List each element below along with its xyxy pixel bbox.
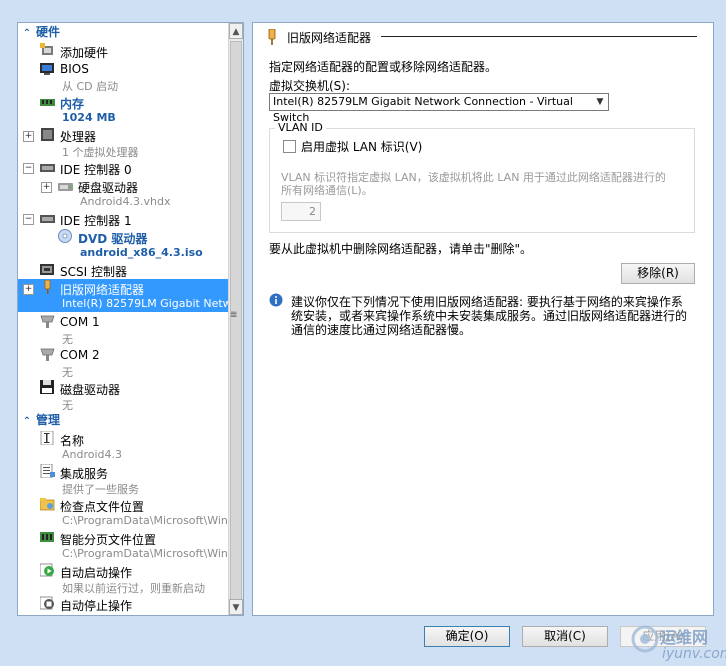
tree-item-automatic-start[interactable]: 自动启动操作 如果以前运行过，则重新启动 bbox=[18, 562, 230, 595]
tree-item-ide-controller-1[interactable]: − IDE 控制器 1 bbox=[18, 210, 230, 228]
text-cursor-icon bbox=[40, 431, 54, 445]
chevron-down-icon: ▼ bbox=[596, 97, 604, 107]
memory-icon bbox=[40, 99, 55, 106]
tree-item-checkpoint-location[interactable]: 检查点文件位置 C:\ProgramData\Microsoft\Win... bbox=[18, 496, 230, 529]
com-port-icon bbox=[40, 315, 55, 328]
tree-item-memory[interactable]: 内存 1024 MB bbox=[18, 93, 230, 126]
network-adapter-icon bbox=[44, 280, 51, 294]
expand-icon[interactable]: + bbox=[23, 131, 34, 142]
bios-icon bbox=[40, 63, 54, 75]
tree-item-dvd-drive[interactable]: DVD 驱动器 android_x86_4.3.iso bbox=[18, 228, 230, 261]
settings-dialog: ⌃ 硬件 添加硬件 BIOS 从 CD 启动 内存 1024 MB + 处理器 … bbox=[0, 0, 726, 666]
floppy-disk-icon bbox=[40, 380, 54, 394]
tree-item-com1[interactable]: COM 1 无 bbox=[18, 313, 230, 346]
chevron-up-icon: ⌃ bbox=[22, 416, 32, 427]
com-port-icon bbox=[40, 348, 55, 361]
virtual-switch-dropdown[interactable]: Intel(R) 82579LM Gigabit Network Connect… bbox=[269, 93, 609, 124]
title-divider bbox=[381, 36, 697, 37]
tree-item-bios[interactable]: BIOS 从 CD 启动 bbox=[18, 60, 230, 93]
vlan-id-input[interactable]: 2 bbox=[281, 202, 321, 221]
watermark-logo-icon bbox=[631, 625, 659, 653]
tree-item-floppy-drive[interactable]: 磁盘驱动器 无 bbox=[18, 379, 230, 412]
info-text-line3: 通信的速度比通过网络适配器慢。 bbox=[291, 323, 472, 337]
checkpoint-folder-icon bbox=[40, 498, 55, 511]
tree-item-hard-drive[interactable]: + 硬盘驱动器 Android4.3.vhdx bbox=[18, 177, 230, 210]
document-list-icon bbox=[40, 464, 55, 478]
panel-title: 旧版网络适配器 bbox=[287, 31, 372, 45]
hard-drive-icon bbox=[58, 183, 73, 191]
stop-action-icon bbox=[40, 596, 54, 610]
hardware-section-header[interactable]: ⌃ 硬件 bbox=[18, 24, 230, 41]
processor-icon bbox=[41, 128, 54, 141]
remove-instruction: 要从此虚拟机中删除网络适配器，请单击"删除"。 bbox=[269, 242, 533, 256]
expand-icon[interactable]: + bbox=[41, 182, 52, 193]
settings-tree: ⌃ 硬件 添加硬件 BIOS 从 CD 启动 内存 1024 MB + 处理器 … bbox=[18, 23, 230, 615]
dvd-disc-icon bbox=[58, 229, 72, 243]
remove-button[interactable]: 移除(R) bbox=[621, 263, 695, 284]
ide-controller-icon bbox=[40, 215, 55, 223]
tree-item-name[interactable]: 名称 Android4.3 bbox=[18, 430, 230, 463]
watermark: 运维网 iyunv.com bbox=[630, 622, 726, 666]
start-action-icon bbox=[40, 563, 54, 577]
ok-button[interactable]: 确定(O) bbox=[424, 626, 510, 647]
tree-item-smart-paging-location[interactable]: 智能分页文件位置 C:\ProgramData\Microsoft\Win... bbox=[18, 529, 230, 562]
vlan-help-text-line2: 所有网络通信(L)。 bbox=[281, 184, 373, 197]
tree-item-scsi-controller[interactable]: SCSI 控制器 bbox=[18, 261, 230, 279]
network-adapter-icon bbox=[268, 29, 276, 45]
details-panel: 旧版网络适配器 指定网络适配器的配置或移除网络适配器。 虚拟交换机(S): In… bbox=[252, 22, 714, 616]
virtual-switch-label: 虚拟交换机(S): bbox=[269, 79, 351, 93]
vlan-group-label: VLAN ID bbox=[275, 121, 326, 134]
info-icon bbox=[269, 293, 283, 307]
enable-vlan-checkbox[interactable] bbox=[283, 140, 296, 153]
collapse-icon[interactable]: − bbox=[23, 214, 34, 225]
add-hardware-icon bbox=[40, 43, 53, 55]
enable-vlan-label[interactable]: 启用虚拟 LAN 标识(V) bbox=[301, 138, 422, 155]
settings-tree-panel: ⌃ 硬件 添加硬件 BIOS 从 CD 启动 内存 1024 MB + 处理器 … bbox=[17, 22, 244, 616]
chevron-up-icon: ⌃ bbox=[22, 28, 32, 39]
expand-icon[interactable]: + bbox=[23, 284, 34, 295]
tree-item-add-hardware[interactable]: 添加硬件 bbox=[18, 42, 230, 60]
tree-scrollbar[interactable]: ▲ ═ ═ ▼ bbox=[228, 23, 243, 615]
grip-icon: ═ ═ bbox=[231, 309, 237, 322]
scsi-controller-icon bbox=[40, 264, 54, 275]
scroll-up-icon[interactable]: ▲ bbox=[229, 23, 243, 39]
tree-item-integration-services[interactable]: 集成服务 提供了一些服务 bbox=[18, 463, 230, 496]
ide-controller-icon bbox=[40, 164, 55, 172]
tree-item-com2[interactable]: COM 2 无 bbox=[18, 346, 230, 379]
paging-file-icon bbox=[40, 532, 54, 542]
tree-item-legacy-network-adapter[interactable]: + 旧版网络适配器 Intel(R) 82579LM Gigabit Netw.… bbox=[18, 279, 230, 312]
tree-item-processor[interactable]: + 处理器 1 个虚拟处理器 bbox=[18, 126, 230, 159]
collapse-icon[interactable]: − bbox=[23, 163, 34, 174]
management-section-header[interactable]: ⌃ 管理 bbox=[18, 412, 230, 429]
cancel-button[interactable]: 取消(C) bbox=[522, 626, 608, 647]
tree-item-automatic-stop[interactable]: 自动停止操作 保存 bbox=[18, 595, 230, 615]
scroll-down-icon[interactable]: ▼ bbox=[229, 599, 243, 615]
panel-description: 指定网络适配器的配置或移除网络适配器。 bbox=[269, 60, 498, 74]
tree-item-ide-controller-0[interactable]: − IDE 控制器 0 bbox=[18, 159, 230, 177]
